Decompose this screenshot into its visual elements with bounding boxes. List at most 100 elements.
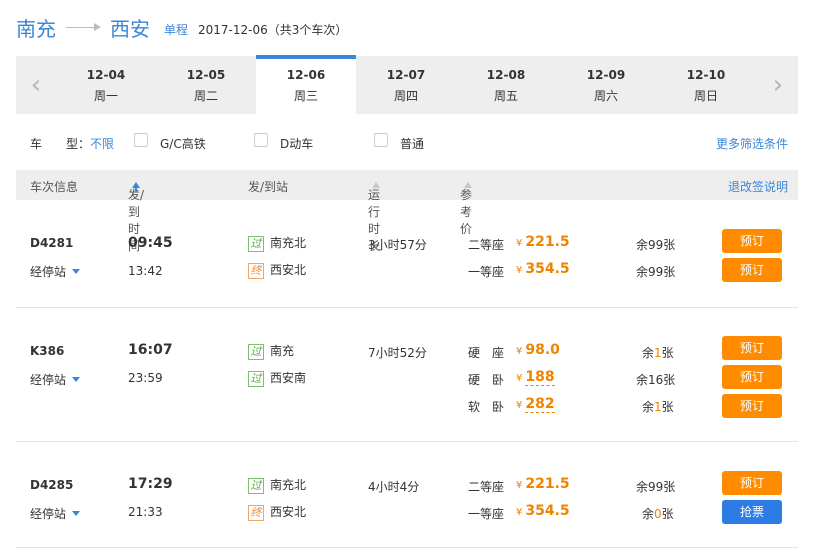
stops-label: 经停站 (30, 507, 67, 521)
date-tab-active[interactable]: 12-06 周三 (256, 55, 356, 115)
train-type-filter: 车 型： 不限 G/C高铁 D动车 普通 更多筛选条件 (30, 133, 790, 153)
date-tab[interactable]: 12-10 周日 (656, 56, 756, 114)
station-name: 西安北 (270, 263, 307, 277)
train-code: D4285 (30, 478, 74, 492)
stops-toggle[interactable]: 经停站 (30, 263, 81, 280)
seats-left: 余1张 (642, 400, 674, 414)
arrow-icon (66, 22, 101, 31)
header-price-sort[interactable]: 参考价 (460, 178, 472, 236)
arrive-time: 21:33 (128, 505, 163, 519)
filter-all[interactable]: 不限 (90, 135, 114, 152)
date-tab[interactable]: 12-04 周一 (56, 56, 156, 114)
route-header: 南充 西安 单程 2017-12-06（共3个车次） (16, 12, 347, 42)
weekday-label: 周一 (93, 89, 118, 103)
d-label: D动车 (280, 137, 314, 151)
book-button[interactable]: 预订 (722, 336, 782, 360)
seat-type: 硬 座 (468, 346, 505, 360)
date-label: 12-05 (186, 68, 226, 82)
chevron-down-icon (72, 377, 81, 382)
grab-ticket-button[interactable]: 抢票 (722, 500, 782, 524)
to-city: 西安 (110, 16, 150, 41)
arrive-time: 23:59 (128, 371, 163, 385)
book-button[interactable]: 预订 (722, 394, 782, 418)
book-button[interactable]: 预订 (722, 471, 782, 495)
seat-price: ¥354.5 (516, 261, 570, 277)
book-button[interactable]: 预订 (722, 258, 782, 282)
refund-policy-link[interactable]: 退改签说明 (728, 178, 788, 195)
arrive-station: 过西安南 (248, 369, 306, 387)
train-row: D4285 经停站 17:29 21:33 过南充北 终西安北 4小时4分 二等… (16, 442, 798, 548)
train-code: K386 (30, 344, 65, 358)
seats-left: 余99张 (636, 480, 676, 494)
date-bar: ‹ 12-04 周一 12-05 周二 12-06 周三 12-07 周四 12-08 周… (16, 55, 798, 115)
stops-label: 经停站 (30, 265, 67, 279)
station-name: 南充北 (270, 236, 307, 250)
stops-toggle[interactable]: 经停站 (30, 371, 81, 388)
seats-left: 余16张 (636, 373, 676, 387)
more-filters-link[interactable]: 更多筛选条件 (716, 135, 788, 152)
depart-station: 过南充北 (248, 476, 306, 494)
chevron-down-icon (72, 269, 81, 274)
date-tab[interactable]: 12-07 周四 (356, 56, 456, 114)
terminal-tag: 终 (248, 505, 264, 521)
terminal-tag: 终 (248, 263, 264, 279)
seats-left: 余99张 (636, 238, 676, 252)
trip-type-link[interactable]: 单程 (164, 21, 188, 38)
weekday-label: 周五 (493, 89, 518, 103)
header-station: 发/到站 (248, 180, 289, 194)
seat-price: ¥221.5 (516, 234, 570, 250)
date-tab[interactable]: 12-08 周五 (456, 56, 556, 114)
seats-left: 余99张 (636, 265, 676, 279)
sort-icon (372, 182, 380, 188)
pass-tag: 过 (248, 371, 264, 387)
weekday-label: 周三 (293, 89, 318, 103)
station-name: 南充北 (270, 478, 307, 492)
normal-label: 普通 (400, 137, 425, 151)
date-label: 12-06 (286, 68, 326, 82)
date-label: 12-07 (386, 68, 426, 82)
weekday-label: 周四 (393, 89, 418, 103)
prev-date-chevron-icon[interactable]: ‹ (16, 56, 56, 114)
pass-tag: 过 (248, 344, 264, 360)
gc-checkbox[interactable] (134, 133, 148, 147)
from-city: 南充 (16, 16, 56, 41)
seat-price: ¥354.5 (516, 503, 570, 519)
weekday-label: 周二 (193, 89, 218, 103)
sort-icon (464, 182, 472, 188)
header-time-sort[interactable]: 发/到时间 (128, 178, 144, 253)
normal-checkbox[interactable] (374, 133, 388, 147)
book-button[interactable]: 预订 (722, 229, 782, 253)
seat-type: 软 卧 (468, 400, 505, 414)
date-label: 12-04 (86, 68, 126, 82)
depart-time: 17:29 (128, 476, 173, 492)
seat-type: 二等座 (468, 480, 505, 494)
seat-price: ¥98.0 (516, 342, 560, 358)
book-button[interactable]: 预订 (722, 365, 782, 389)
gc-label: G/C高铁 (160, 137, 206, 151)
stops-label: 经停站 (30, 373, 67, 387)
train-code: D4281 (30, 236, 74, 250)
station-name: 西安南 (270, 371, 307, 385)
seat-price[interactable]: ¥282 (516, 396, 555, 413)
table-header: 车次信息 发/到时间 发/到站 运行时长 参考价 退改签说明 (16, 170, 798, 253)
stops-toggle[interactable]: 经停站 (30, 505, 81, 522)
header-train: 车次信息 (30, 180, 79, 194)
seat-type: 硬 卧 (468, 373, 505, 387)
seat-type: 一等座 (468, 265, 505, 279)
seat-price[interactable]: ¥188 (516, 369, 555, 386)
d-checkbox[interactable] (254, 133, 268, 147)
arrive-station: 终西安北 (248, 503, 306, 521)
depart-time: 16:07 (128, 342, 173, 358)
next-date-chevron-icon[interactable]: › (758, 56, 798, 114)
seats-left: 余1张 (642, 346, 674, 360)
date-tab[interactable]: 12-09 周六 (556, 56, 656, 114)
train-row: D4281 经停站 09:45 13:42 过南充北 终西安北 3小时57分 二… (16, 202, 798, 308)
date-tab[interactable]: 12-05 周二 (156, 56, 256, 114)
station-name: 南充 (270, 344, 295, 358)
depart-station: 过南充北 (248, 234, 306, 252)
seat-price: ¥221.5 (516, 476, 570, 492)
trip-info: 2017-12-06（共3个车次） (198, 22, 348, 37)
seat-type: 一等座 (468, 507, 505, 521)
header-duration-sort[interactable]: 运行时长 (368, 178, 380, 253)
duration: 3小时57分 (368, 238, 427, 252)
